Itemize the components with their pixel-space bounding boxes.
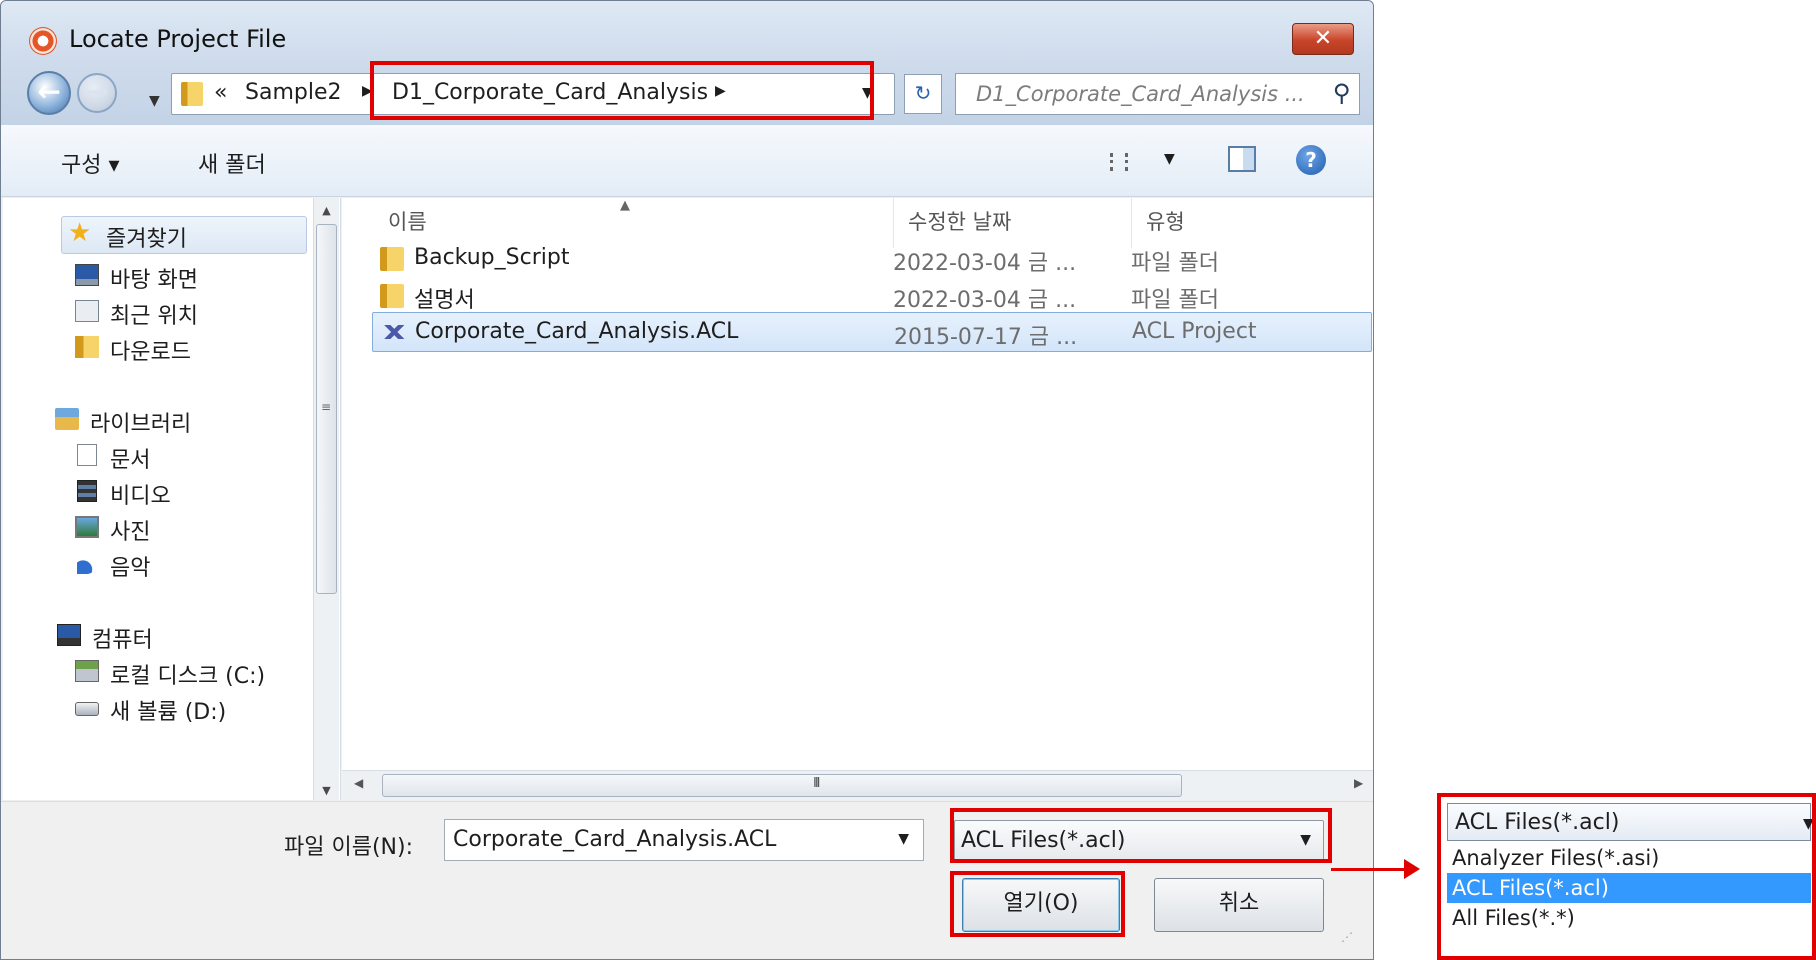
organize-button[interactable]: 구성 ▾ [61,147,120,179]
sidebar-item-music[interactable]: 음악 [3,546,303,582]
change-view-icon[interactable] [1110,153,1128,171]
sidebar-item-label: 로컬 디스크 (C:) [110,664,266,689]
recent-pages-dropdown-icon[interactable]: ▼ [149,93,160,109]
callout-arrow-icon [1404,859,1420,879]
desktop-icon [75,264,99,286]
sidebar-item-label: 문서 [110,448,151,473]
help-icon[interactable]: ? [1296,145,1326,175]
search-placeholder: D1_Corporate_Card_Analysis ... [976,82,1305,106]
file-name: Corporate_Card_Analysis.ACL [415,319,739,344]
sidebar-item-downloads[interactable]: 다운로드 [3,330,303,366]
file-name: Backup_Script [414,245,570,270]
grip-icon: III [813,776,820,791]
new-folder-button[interactable]: 새 폴더 [198,147,266,179]
sidebar-item-pictures[interactable]: 사진 [3,510,303,546]
column-header-label: 유형 [1146,210,1185,234]
highlight-box-dropdown [1437,793,1816,960]
file-date: 2015-07-17 금 ... [894,325,1078,350]
search-icon[interactable]: ⚲ [1333,79,1351,107]
file-type: 파일 폴더 [1131,288,1219,313]
sidebar-item-libraries[interactable]: 라이브러리 [3,402,303,438]
sidebar-item-label: 음악 [110,556,151,581]
file-row[interactable]: 설명서 2022-03-04 금 ... 파일 폴더 [372,276,1372,316]
sidebar-item-label: 즐겨찾기 [106,227,187,252]
breadcrumb-sample2[interactable]: Sample2 [245,80,342,105]
scroll-down-icon[interactable]: ▼ [314,784,339,797]
sidebar-item-favorites[interactable]: ★ 즐겨찾기 [61,216,307,254]
sidebar-item-documents[interactable]: 문서 [3,438,303,474]
refresh-button[interactable]: ↻ [904,74,942,114]
file-row-selected[interactable]: Corporate_Card_Analysis.ACL 2015-07-17 금… [372,312,1372,352]
breadcrumb-overflow[interactable]: « [214,80,227,105]
highlight-box-address [370,61,874,120]
navigation-pane-scrollbar[interactable]: ▲ ≡ ▼ [313,198,339,800]
command-toolbar: 구성 ▾ 새 폴더 ▼ ? [1,125,1373,197]
column-header-label: 이름 [388,210,427,234]
highlight-box-file-type [950,808,1332,863]
close-button[interactable]: ✕ [1292,23,1354,55]
pictures-icon [75,516,99,538]
scrollbar-thumb[interactable]: ≡ [316,224,337,594]
back-button[interactable]: ← [27,71,71,115]
acl-project-icon [379,325,407,339]
file-type: ACL Project [1132,319,1257,344]
star-icon: ★ [68,218,92,248]
filename-label: 파일 이름(N): [284,835,413,860]
scroll-right-icon[interactable]: ▶ [1354,776,1363,790]
window-title: Locate Project File [69,25,287,53]
sidebar-item-computer[interactable]: 컴퓨터 [3,618,303,654]
file-name: 설명서 [414,288,475,313]
file-date: 2022-03-04 금 ... [893,288,1077,313]
sort-ascending-icon: ▲ [620,198,630,213]
sidebar-item-label: 사진 [110,520,151,545]
file-list-horizontal-scrollbar[interactable]: ◀ III ▶ [342,770,1373,800]
folder-icon [380,284,404,308]
sidebar-item-label: 최근 위치 [110,304,198,329]
sidebar-item-label: 라이브러리 [90,412,192,437]
file-list: 이름 ▲ 수정한 날짜 유형 Backup_Script 2022-03-04 … [342,198,1373,800]
sidebar-item-videos[interactable]: 비디오 [3,474,303,510]
forward-button[interactable]: → [77,73,117,113]
filename-dropdown-icon[interactable]: ▼ [898,831,909,847]
drive-icon [75,702,99,716]
folder-icon [181,82,203,106]
sidebar-item-new-volume-d[interactable]: 새 볼륨 (D:) [3,690,303,726]
file-row[interactable]: Backup_Script 2022-03-04 금 ... 파일 폴더 [372,239,1372,279]
sidebar-item-recent-places[interactable]: 최근 위치 [3,294,303,330]
sidebar-item-label: 다운로드 [110,340,191,365]
sidebar-item-label: 새 볼륨 (D:) [110,700,227,725]
sidebar-item-label: 비디오 [110,484,171,509]
preview-pane-icon[interactable] [1228,146,1256,172]
downloads-icon [75,336,99,358]
scroll-left-icon[interactable]: ◀ [354,776,363,790]
computer-icon [57,624,81,646]
filename-value: Corporate_Card_Analysis.ACL [453,827,777,852]
highlight-box-open-button [950,871,1125,937]
local-disk-icon [75,660,99,682]
documents-icon [77,444,97,466]
callout-arrow-line [1331,868,1409,871]
sidebar-item-label: 바탕 화면 [110,268,198,293]
cancel-button[interactable]: 취소 [1154,878,1324,932]
filename-combobox[interactable]: Corporate_Card_Analysis.ACL ▼ [444,819,924,861]
column-header-label: 수정한 날짜 [908,210,1012,234]
folder-icon [380,247,404,271]
scroll-up-icon[interactable]: ▲ [314,204,339,217]
file-date: 2022-03-04 금 ... [893,251,1077,276]
libraries-icon [55,408,79,430]
recent-places-icon [75,300,99,322]
sidebar-item-local-disk-c[interactable]: 로컬 디스크 (C:) [3,654,303,690]
file-type: 파일 폴더 [1131,251,1219,276]
resize-grip-icon[interactable]: ⋰ [1341,930,1353,944]
app-icon [29,27,57,55]
navigation-pane: ★ 즐겨찾기 바탕 화면 최근 위치 다운로드 라이브러리 문서 비디오 사진 … [3,198,341,800]
grip-icon: ≡ [321,400,332,414]
sidebar-item-desktop[interactable]: 바탕 화면 [3,258,303,294]
videos-icon [77,480,97,502]
music-icon [77,552,97,574]
scrollbar-thumb[interactable]: III [382,774,1182,797]
view-dropdown-icon[interactable]: ▼ [1164,151,1175,167]
search-input[interactable]: D1_Corporate_Card_Analysis ... ⚲ [955,73,1360,115]
sidebar-item-label: 컴퓨터 [92,628,153,653]
